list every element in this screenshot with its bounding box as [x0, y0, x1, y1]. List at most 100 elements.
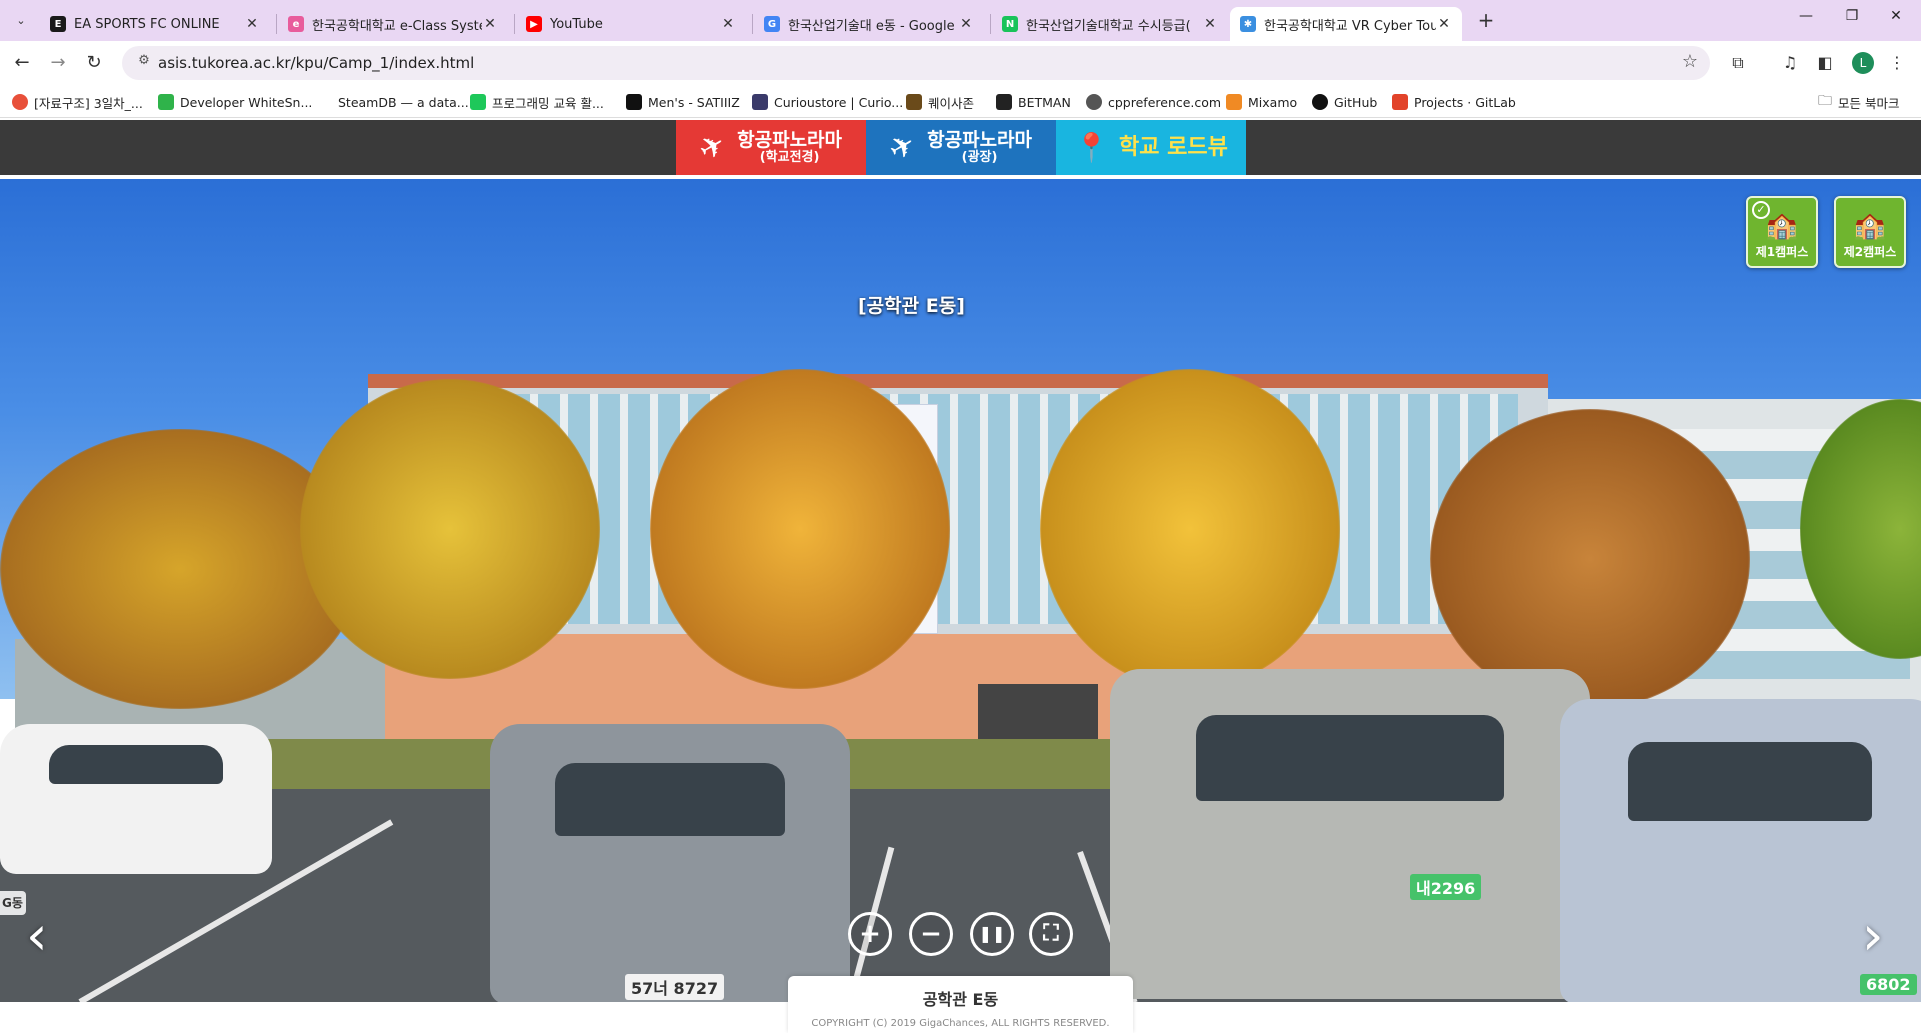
bookmark-label: Mixamo: [1248, 94, 1298, 110]
white-car: [0, 724, 272, 874]
side-panel-icon[interactable]: ◧: [1813, 51, 1837, 75]
footer-panel: 공학관 E동 COPYRIGHT (C) 2019 GigaChances, A…: [788, 976, 1133, 1033]
restore-icon[interactable]: ❐: [1832, 8, 1872, 32]
zoom-in-button[interactable]: +: [848, 912, 892, 956]
nav-label: 학교 로드뷰: [1119, 134, 1228, 160]
bookmark-item[interactable]: [자료구조] 3일차_...: [12, 92, 143, 112]
close-icon[interactable]: ✕: [958, 16, 974, 32]
forward-arrow-icon[interactable]: →: [44, 49, 72, 77]
bookmark-item[interactable]: 퀘이사존: [906, 92, 974, 112]
bookmark-item[interactable]: cppreference.com: [1086, 92, 1221, 112]
close-icon[interactable]: ✕: [1436, 16, 1452, 32]
checkmark-icon: ✓: [1752, 201, 1770, 219]
ea-favicon-icon: E: [50, 16, 66, 32]
tab-ea-sports[interactable]: E EA SPORTS FC ONLINE ✕: [40, 7, 270, 41]
panorama-viewer[interactable]: 57너 8727 내2296 6802 [공학관 E동] ✓ 🏫 제1캠퍼스 🏫…: [0, 177, 1921, 1002]
tab-youtube[interactable]: ▶ YouTube ✕: [516, 7, 746, 41]
site-info-icon[interactable]: ⚙: [134, 53, 154, 73]
side-hotspot-label[interactable]: G동: [0, 891, 26, 915]
tab-search-chevron-icon[interactable]: ⌄: [8, 8, 34, 32]
all-bookmarks-label: 모든 북마크: [1838, 95, 1900, 111]
bookmark-item[interactable]: Projects · GitLab: [1392, 92, 1516, 112]
bookmark-favicon-icon: [158, 94, 174, 110]
campus-2-button[interactable]: 🏫 제2캠퍼스: [1834, 196, 1906, 268]
bookmark-star-icon[interactable]: ☆: [1682, 51, 1698, 72]
license-plate: 6802: [1860, 974, 1917, 995]
bookmark-item[interactable]: BETMAN: [996, 92, 1071, 112]
close-icon[interactable]: ✕: [720, 16, 736, 32]
bookmark-favicon-icon: [906, 94, 922, 110]
nav-school-roadview[interactable]: 📍 학교 로드뷰: [1056, 120, 1246, 175]
campus-1-button[interactable]: ✓ 🏫 제1캠퍼스: [1746, 196, 1818, 268]
tab-divider: [514, 14, 515, 34]
school-building-icon: 🏫: [1765, 211, 1799, 241]
tab-title: EA SPORTS FC ONLINE: [74, 16, 220, 32]
new-tab-button[interactable]: +: [1472, 9, 1500, 33]
bookmark-favicon-icon: [1392, 94, 1408, 110]
close-icon[interactable]: ✕: [482, 16, 498, 32]
next-arrow-icon[interactable]: ›: [1862, 909, 1884, 963]
tab-google[interactable]: G 한국산업기술대 e동 - Google ✕: [754, 7, 984, 41]
prev-arrow-icon[interactable]: ‹: [26, 909, 48, 963]
tab-vr-cyber-tour[interactable]: ✱ 한국공학대학교 VR Cyber Tour ✕: [1230, 7, 1462, 41]
bookmark-label: Curioustore | Curio...: [774, 94, 904, 110]
close-icon[interactable]: ✕: [244, 16, 260, 32]
silver-sedan: 57너 8727: [490, 724, 850, 1002]
location-label[interactable]: [공학관 E동]: [858, 291, 965, 318]
bookmark-favicon-icon: [996, 94, 1012, 110]
copyright-text: COPYRIGHT (C) 2019 GigaChances, ALL RIGH…: [811, 1018, 1110, 1029]
tree: [650, 369, 950, 689]
bookmark-item[interactable]: 프로그래밍 교육 활...: [470, 92, 604, 112]
youtube-favicon-icon: ▶: [526, 16, 542, 32]
nav-sublabel: (광장): [961, 149, 998, 165]
back-arrow-icon[interactable]: ←: [8, 49, 36, 77]
zoom-out-button[interactable]: −: [909, 912, 953, 956]
tab-title: 한국공학대학교 VR Cyber Tour: [1264, 18, 1436, 34]
bookmark-label: SteamDB — a data...: [338, 94, 469, 110]
browser-toolbar: ← → ↻ ⚙ asis.tukorea.ac.kr/kpu/Camp_1/in…: [0, 41, 1921, 85]
bookmark-item[interactable]: GitHub: [1312, 92, 1377, 112]
tab-eclass[interactable]: e 한국공학대학교 e-Class System ✕: [278, 7, 508, 41]
bookmark-item[interactable]: SteamDB — a data...: [316, 92, 469, 112]
school-building-icon: 🏫: [1853, 211, 1887, 241]
bookmark-favicon-icon: [752, 94, 768, 110]
tab-naver[interactable]: N 한국산업기술대학교 수시등급( ✕: [992, 7, 1228, 41]
bookmark-label: Men's - SATIIIZ: [648, 94, 740, 110]
fullscreen-button[interactable]: ⛶: [1029, 912, 1073, 956]
all-bookmarks-folder[interactable]: 🗀 모든 북마크: [1818, 92, 1899, 112]
pause-button[interactable]: ❚❚: [970, 912, 1014, 956]
media-controls-icon[interactable]: ♫: [1778, 51, 1802, 75]
reload-icon[interactable]: ↻: [80, 49, 108, 77]
bookmark-favicon-icon: [1312, 94, 1328, 110]
bookmark-label: cppreference.com: [1108, 94, 1222, 110]
bookmark-favicon-icon: [626, 94, 642, 110]
bookmark-favicon-icon: [1226, 94, 1242, 110]
airplane-icon: ✈: [882, 126, 923, 169]
profile-avatar[interactable]: L: [1852, 52, 1874, 74]
address-bar[interactable]: ⚙ asis.tukorea.ac.kr/kpu/Camp_1/index.ht…: [122, 46, 1710, 80]
bookmark-label: [자료구조] 3일차_...: [34, 95, 143, 111]
bookmark-favicon-icon: [316, 94, 332, 110]
bookmark-item[interactable]: Mixamo: [1226, 92, 1297, 112]
menu-kebab-icon[interactable]: ⋮: [1885, 51, 1909, 75]
bookmark-item[interactable]: Developer WhiteSn...: [158, 92, 312, 112]
extensions-icon[interactable]: ⧉: [1726, 51, 1750, 75]
close-icon[interactable]: ✕: [1202, 16, 1218, 32]
minimize-icon[interactable]: —: [1786, 8, 1826, 32]
campus-label: 제2캠퍼스: [1843, 245, 1897, 259]
airplane-icon: ✈: [692, 126, 733, 169]
eclass-favicon-icon: e: [288, 16, 304, 32]
bookmark-item[interactable]: Curioustore | Curio...: [752, 92, 903, 112]
window-close-icon[interactable]: ✕: [1876, 8, 1916, 32]
url-text[interactable]: asis.tukorea.ac.kr/kpu/Camp_1/index.html: [158, 54, 474, 72]
nav-aerial-panorama-campus[interactable]: ✈ 항공파노라마 (학교전경): [676, 120, 866, 175]
bookmark-label: 퀘이사존: [928, 95, 975, 111]
bookmark-item[interactable]: Men's - SATIIIZ: [626, 92, 740, 112]
tab-strip: ⌄ E EA SPORTS FC ONLINE ✕ e 한국공학대학교 e-Cl…: [0, 0, 1921, 41]
tab-divider: [990, 14, 991, 34]
nav-aerial-panorama-plaza[interactable]: ✈ 항공파노라마 (광장): [866, 120, 1056, 175]
bookmark-favicon-icon: [12, 94, 28, 110]
tab-title: YouTube: [550, 16, 603, 32]
bookmarks-bar: [자료구조] 3일차_... Developer WhiteSn... Stea…: [0, 85, 1921, 118]
tab-divider: [276, 14, 277, 34]
